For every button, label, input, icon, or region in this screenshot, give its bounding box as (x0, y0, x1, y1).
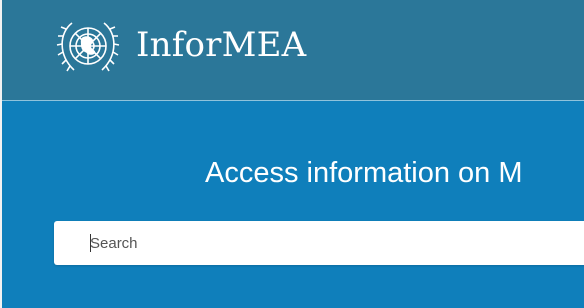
search-box (54, 221, 584, 265)
site-header: InforMEA (2, 0, 584, 100)
search-input[interactable] (90, 221, 584, 265)
hero-section: Access information on M (2, 101, 584, 308)
brand-name: InforMEA (136, 25, 307, 65)
text-caret (90, 234, 91, 252)
home-logo-link[interactable]: InforMEA (52, 15, 362, 75)
un-emblem-icon (52, 15, 124, 75)
hero-title: Access information on M (205, 157, 523, 189)
